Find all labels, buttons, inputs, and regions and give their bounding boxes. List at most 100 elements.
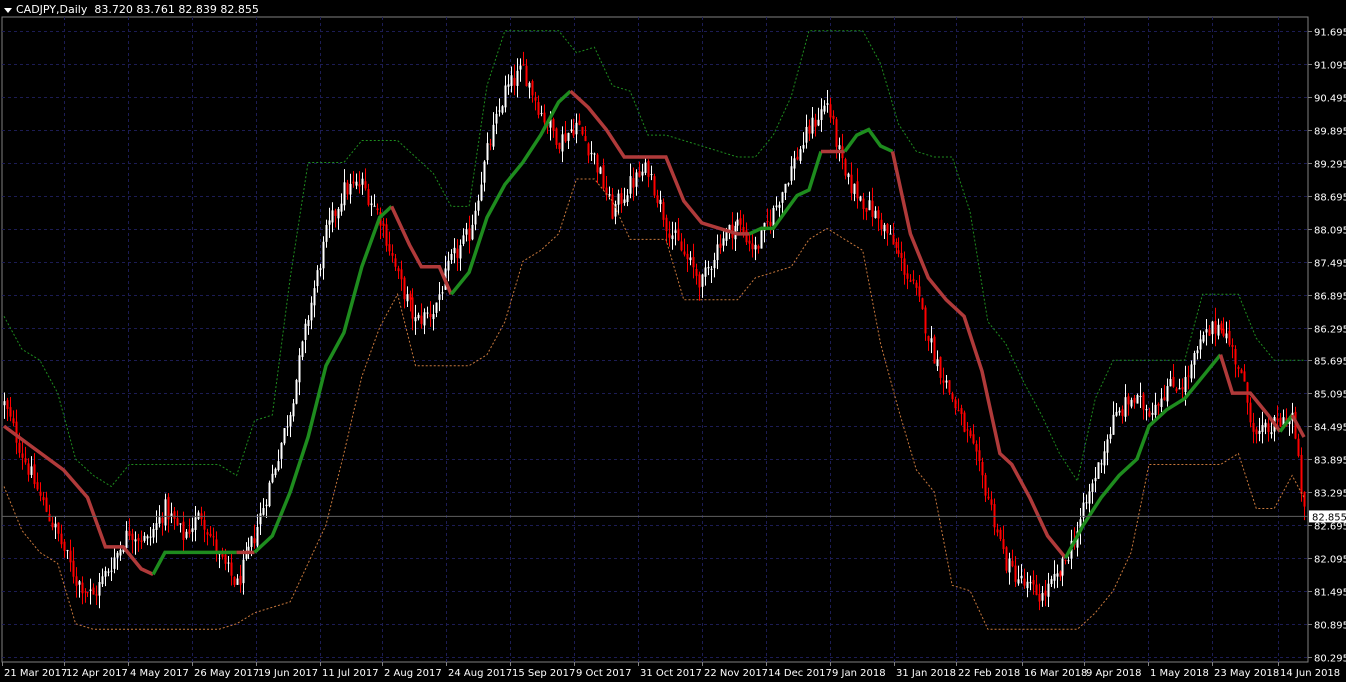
bull-candle — [772, 207, 775, 227]
bull-candle — [307, 320, 310, 326]
bull-candle — [486, 143, 489, 161]
bull-candle — [820, 109, 823, 121]
bull-candle — [406, 294, 409, 302]
bear-candle — [769, 221, 772, 226]
bull-candle — [116, 552, 119, 558]
bear-candle — [975, 444, 978, 452]
bull-candle — [340, 203, 343, 212]
bear-candle — [534, 97, 537, 101]
bear-candle — [63, 541, 66, 551]
bull-candle — [259, 513, 262, 525]
bull-candle — [575, 122, 578, 135]
bull-candle — [561, 134, 564, 152]
bear-candle — [84, 591, 87, 593]
bull-candle — [361, 178, 364, 185]
bull-candle — [817, 119, 820, 126]
bear-candle — [1214, 321, 1217, 334]
bull-candle — [1184, 377, 1187, 393]
bear-candle — [677, 228, 680, 241]
bull-candle — [465, 229, 468, 235]
y-tick-label: 91.095 — [1314, 61, 1346, 72]
bull-candle — [337, 208, 340, 219]
bull-candle — [1217, 324, 1220, 336]
y-tick-label: 86.295 — [1314, 325, 1346, 336]
bear-candle — [886, 224, 889, 234]
bear-candle — [1240, 369, 1243, 374]
bull-candle — [1258, 430, 1261, 434]
x-tick-label: 12 Apr 2017 — [66, 668, 128, 679]
bull-candle — [113, 557, 116, 569]
bear-candle — [611, 194, 614, 219]
bull-candle — [650, 174, 653, 176]
bull-candle — [78, 581, 81, 585]
bear-candle — [176, 518, 179, 525]
bull-candle — [590, 152, 593, 155]
bull-candle — [781, 192, 784, 203]
bear-candle — [972, 434, 975, 444]
bull-candle — [119, 549, 122, 556]
bear-candle — [990, 499, 993, 505]
bull-candle — [313, 288, 316, 306]
bull-candle — [635, 172, 638, 187]
bull-candle — [519, 65, 522, 70]
bear-candle — [1276, 418, 1279, 421]
bull-candle — [802, 145, 805, 149]
bull-candle — [722, 238, 725, 246]
x-tick-label: 4 May 2017 — [130, 668, 189, 679]
bear-candle — [564, 133, 567, 142]
bear-candle — [334, 210, 337, 216]
bear-candle — [209, 533, 212, 536]
bull-candle — [295, 379, 298, 404]
bear-candle — [1059, 571, 1062, 577]
y-tick-label: 80.295 — [1314, 654, 1346, 665]
bear-candle — [1014, 565, 1017, 582]
bear-candle — [918, 286, 921, 297]
bull-candle — [316, 270, 319, 287]
bear-candle — [832, 115, 835, 119]
bear-candle — [21, 453, 24, 458]
bull-candle — [277, 461, 280, 471]
bull-candle — [1008, 558, 1011, 573]
bear-candle — [537, 102, 540, 115]
bull-candle — [1020, 575, 1023, 579]
bull-candle — [707, 267, 710, 269]
bull-candle — [799, 149, 802, 161]
bull-candle — [805, 126, 808, 143]
bull-candle — [570, 129, 573, 132]
bear-candle — [543, 112, 546, 123]
bull-candle — [1029, 582, 1032, 584]
bear-candle — [984, 475, 987, 496]
bull-candle — [438, 294, 441, 300]
bear-candle — [352, 181, 355, 184]
bear-candle — [865, 208, 868, 212]
bull-candle — [754, 244, 757, 250]
bull-candle — [1050, 579, 1053, 585]
y-tick-label: 80.895 — [1314, 621, 1346, 632]
bear-candle — [939, 356, 942, 378]
x-tick-label: 22 Feb 2018 — [958, 668, 1020, 679]
bull-candle — [498, 110, 501, 112]
bull-candle — [1193, 353, 1196, 365]
bull-candle — [236, 578, 239, 585]
bull-candle — [66, 550, 69, 552]
y-tick-label: 84.495 — [1314, 423, 1346, 434]
bull-candle — [713, 259, 716, 269]
bull-candle — [149, 536, 152, 538]
bear-candle — [1005, 547, 1008, 571]
bull-candle — [945, 380, 948, 383]
bull-candle — [516, 70, 519, 86]
bear-candle — [224, 554, 227, 564]
price-chart[interactable]: 91.695 91.095 90.495 89.895 89.295 88.695 88.0… — [0, 0, 1346, 682]
bull-candle — [823, 105, 826, 112]
y-tick-label: 89.895 — [1314, 127, 1346, 138]
y-tick-label: 86.895 — [1314, 292, 1346, 303]
bull-candle — [1088, 491, 1091, 504]
bear-candle — [358, 184, 361, 187]
plot-frame — [1, 16, 1309, 663]
bull-candle — [164, 499, 167, 526]
bull-candle — [155, 523, 158, 530]
bear-candle — [86, 592, 89, 594]
bear-candle — [638, 171, 641, 178]
bull-candle — [146, 536, 149, 539]
bull-candle — [1047, 583, 1050, 597]
